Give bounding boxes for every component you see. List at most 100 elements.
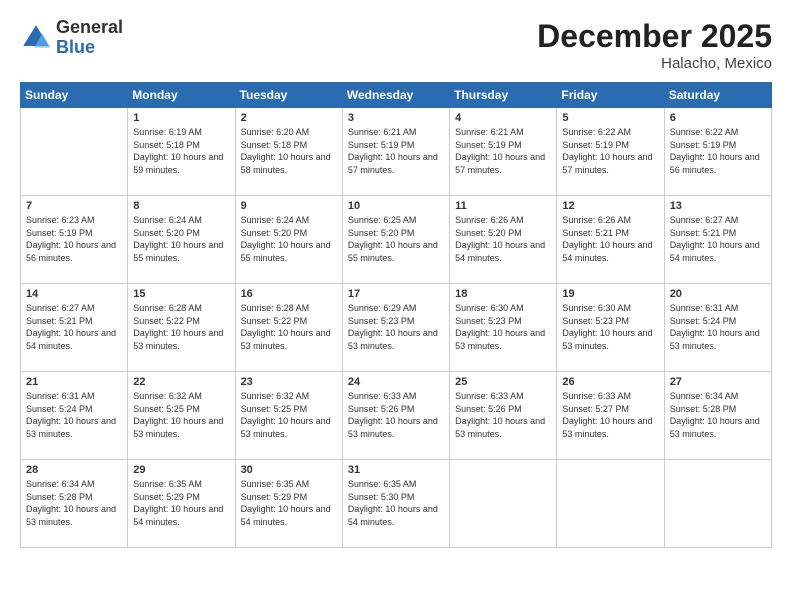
month-title: December 2025 <box>537 18 772 55</box>
location: Halacho, Mexico <box>537 55 772 72</box>
day-cell-17: 17Sunrise: 6:29 AMSunset: 5:23 PMDayligh… <box>342 284 449 372</box>
cell-text: Sunrise: 6:33 AMSunset: 5:26 PMDaylight:… <box>455 390 551 440</box>
cell-text: Sunrise: 6:34 AMSunset: 5:28 PMDaylight:… <box>26 478 122 528</box>
day-cell-15: 15 Sunrise: 6:28 AMSunset: 5:22 PMDayligh… <box>128 284 235 372</box>
day-cell-13: 13Sunrise: 6:27 AMSunset: 5:21 PMDayligh… <box>664 196 771 284</box>
day-cell-19: 19 Sunrise: 6:30 AMSunset: 5:23 PMDayligh… <box>557 284 664 372</box>
day-number: 27 <box>670 376 766 388</box>
day-number: 22 <box>133 376 229 388</box>
weekday-header-sunday: Sunday <box>21 83 128 108</box>
day-cell-21: 21 Sunrise: 6:31 AMSunset: 5:24 PMDayligh… <box>21 372 128 460</box>
week-row-1: 7Sunrise: 6:23 AMSunset: 5:19 PMDaylight… <box>21 196 772 284</box>
day-number: 23 <box>241 376 337 388</box>
day-cell-1: 1 Sunrise: 6:19 AMSunset: 5:18 PMDaylight… <box>128 108 235 196</box>
logo: General Blue <box>20 18 123 58</box>
weekday-header-monday: Monday <box>128 83 235 108</box>
day-number: 20 <box>670 288 766 300</box>
day-number: 25 <box>455 376 551 388</box>
day-number: 8 <box>133 200 229 212</box>
day-cell-28: 28 Sunrise: 6:34 AMSunset: 5:28 PMDayligh… <box>21 460 128 548</box>
day-cell-14: 14Sunrise: 6:27 AMSunset: 5:21 PMDayligh… <box>21 284 128 372</box>
week-row-0: 1 Sunrise: 6:19 AMSunset: 5:18 PMDaylight… <box>21 108 772 196</box>
week-row-3: 21 Sunrise: 6:31 AMSunset: 5:24 PMDayligh… <box>21 372 772 460</box>
cell-text: Sunrise: 6:27 AMSunset: 5:21 PMDaylight:… <box>670 214 766 264</box>
cell-text: Sunrise: 6:22 AMSunset: 5:19 PMDaylight:… <box>562 126 658 176</box>
day-number: 11 <box>455 200 551 212</box>
day-number: 1 <box>133 112 229 124</box>
weekday-header-thursday: Thursday <box>450 83 557 108</box>
day-number: 21 <box>26 376 122 388</box>
day-number: 16 <box>241 288 337 300</box>
cell-text: Sunrise: 6:21 AMSunset: 5:19 PMDaylight:… <box>348 126 444 176</box>
weekday-header-friday: Friday <box>557 83 664 108</box>
day-cell-9: 9 Sunrise: 6:24 AMSunset: 5:20 PMDaylight… <box>235 196 342 284</box>
cell-text: Sunrise: 6:32 AMSunset: 5:25 PMDaylight:… <box>241 390 337 440</box>
day-number: 2 <box>241 112 337 124</box>
day-number: 28 <box>26 464 122 476</box>
cell-text: Sunrise: 6:25 AMSunset: 5:20 PMDaylight:… <box>348 214 444 264</box>
weekday-header-row: SundayMondayTuesdayWednesdayThursdayFrid… <box>21 83 772 108</box>
day-number: 31 <box>348 464 444 476</box>
day-number: 7 <box>26 200 122 212</box>
day-cell-empty <box>557 460 664 548</box>
cell-text: Sunrise: 6:35 AMSunset: 5:29 PMDaylight:… <box>241 478 337 528</box>
day-number: 18 <box>455 288 551 300</box>
day-cell-29: 29 Sunrise: 6:35 AMSunset: 5:29 PMDayligh… <box>128 460 235 548</box>
day-number: 12 <box>562 200 658 212</box>
day-number: 6 <box>670 112 766 124</box>
day-cell-8: 8 Sunrise: 6:24 AMSunset: 5:20 PMDaylight… <box>128 196 235 284</box>
day-cell-20: 20 Sunrise: 6:31 AMSunset: 5:24 PMDayligh… <box>664 284 771 372</box>
weekday-header-saturday: Saturday <box>664 83 771 108</box>
day-cell-5: 5 Sunrise: 6:22 AMSunset: 5:19 PMDaylight… <box>557 108 664 196</box>
day-cell-23: 23 Sunrise: 6:32 AMSunset: 5:25 PMDayligh… <box>235 372 342 460</box>
cell-text: Sunrise: 6:19 AMSunset: 5:18 PMDaylight:… <box>133 126 229 176</box>
day-cell-empty <box>664 460 771 548</box>
day-cell-25: 25 Sunrise: 6:33 AMSunset: 5:26 PMDayligh… <box>450 372 557 460</box>
day-cell-30: 30 Sunrise: 6:35 AMSunset: 5:29 PMDayligh… <box>235 460 342 548</box>
day-cell-18: 18 Sunrise: 6:30 AMSunset: 5:23 PMDayligh… <box>450 284 557 372</box>
cell-text: Sunrise: 6:28 AMSunset: 5:22 PMDaylight:… <box>133 302 229 352</box>
day-cell-12: 12Sunrise: 6:26 AMSunset: 5:21 PMDayligh… <box>557 196 664 284</box>
day-number: 9 <box>241 200 337 212</box>
cell-text: Sunrise: 6:24 AMSunset: 5:20 PMDaylight:… <box>133 214 229 264</box>
cell-text: Sunrise: 6:35 AMSunset: 5:30 PMDaylight:… <box>348 478 444 528</box>
cell-text: Sunrise: 6:22 AMSunset: 5:19 PMDaylight:… <box>670 126 766 176</box>
day-cell-empty <box>450 460 557 548</box>
day-cell-16: 16 Sunrise: 6:28 AMSunset: 5:22 PMDayligh… <box>235 284 342 372</box>
week-row-2: 14Sunrise: 6:27 AMSunset: 5:21 PMDayligh… <box>21 284 772 372</box>
day-cell-4: 4Sunrise: 6:21 AMSunset: 5:19 PMDaylight… <box>450 108 557 196</box>
day-number: 15 <box>133 288 229 300</box>
day-cell-24: 24Sunrise: 6:33 AMSunset: 5:26 PMDayligh… <box>342 372 449 460</box>
day-cell-7: 7Sunrise: 6:23 AMSunset: 5:19 PMDaylight… <box>21 196 128 284</box>
day-number: 26 <box>562 376 658 388</box>
day-cell-10: 10 Sunrise: 6:25 AMSunset: 5:20 PMDayligh… <box>342 196 449 284</box>
day-number: 5 <box>562 112 658 124</box>
cell-text: Sunrise: 6:24 AMSunset: 5:20 PMDaylight:… <box>241 214 337 264</box>
weekday-header-tuesday: Tuesday <box>235 83 342 108</box>
cell-text: Sunrise: 6:34 AMSunset: 5:28 PMDaylight:… <box>670 390 766 440</box>
cell-text: Sunrise: 6:33 AMSunset: 5:26 PMDaylight:… <box>348 390 444 440</box>
day-number: 30 <box>241 464 337 476</box>
day-number: 10 <box>348 200 444 212</box>
logo-icon <box>20 22 52 54</box>
cell-text: Sunrise: 6:30 AMSunset: 5:23 PMDaylight:… <box>562 302 658 352</box>
cell-text: Sunrise: 6:30 AMSunset: 5:23 PMDaylight:… <box>455 302 551 352</box>
cell-text: Sunrise: 6:31 AMSunset: 5:24 PMDaylight:… <box>26 390 122 440</box>
cell-text: Sunrise: 6:28 AMSunset: 5:22 PMDaylight:… <box>241 302 337 352</box>
cell-text: Sunrise: 6:35 AMSunset: 5:29 PMDaylight:… <box>133 478 229 528</box>
day-cell-empty <box>21 108 128 196</box>
day-number: 19 <box>562 288 658 300</box>
cell-text: Sunrise: 6:31 AMSunset: 5:24 PMDaylight:… <box>670 302 766 352</box>
cell-text: Sunrise: 6:32 AMSunset: 5:25 PMDaylight:… <box>133 390 229 440</box>
day-cell-31: 31 Sunrise: 6:35 AMSunset: 5:30 PMDayligh… <box>342 460 449 548</box>
day-cell-2: 2Sunrise: 6:20 AMSunset: 5:18 PMDaylight… <box>235 108 342 196</box>
logo-text: General Blue <box>56 18 123 58</box>
logo-blue: Blue <box>56 38 123 58</box>
day-number: 14 <box>26 288 122 300</box>
day-cell-22: 22 Sunrise: 6:32 AMSunset: 5:25 PMDayligh… <box>128 372 235 460</box>
day-cell-27: 27 Sunrise: 6:34 AMSunset: 5:28 PMDayligh… <box>664 372 771 460</box>
day-number: 4 <box>455 112 551 124</box>
day-number: 29 <box>133 464 229 476</box>
day-number: 3 <box>348 112 444 124</box>
cell-text: Sunrise: 6:33 AMSunset: 5:27 PMDaylight:… <box>562 390 658 440</box>
